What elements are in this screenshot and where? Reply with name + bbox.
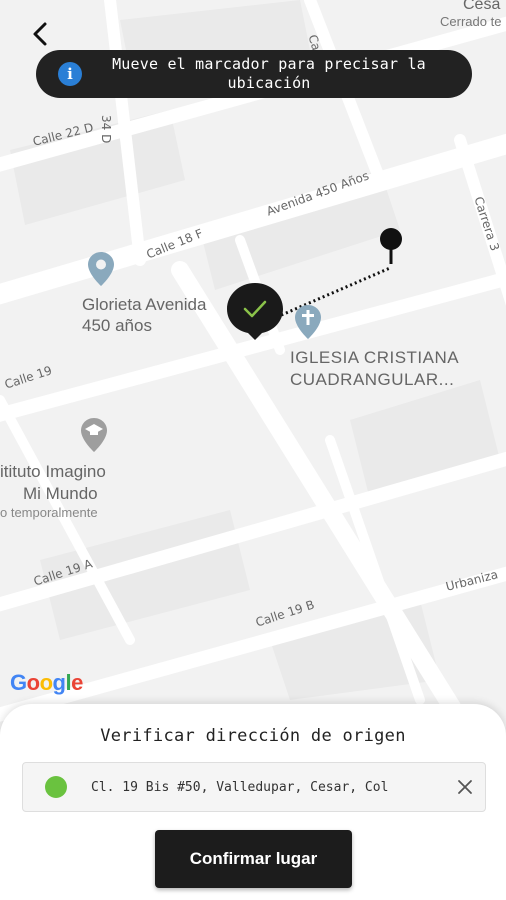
info-icon: i xyxy=(58,62,82,86)
info-banner-message: Mueve el marcador para precisar la ubica… xyxy=(112,55,426,92)
school-icon[interactable] xyxy=(81,418,107,452)
poi-instituto-line2[interactable]: Mi Mundo xyxy=(23,484,98,504)
back-button[interactable] xyxy=(22,16,58,52)
sheet-title: Verificar dirección de origen xyxy=(100,726,406,746)
map-label-cerrado: Cerrado te xyxy=(440,14,502,29)
destination-pin-icon[interactable] xyxy=(378,228,404,266)
church-icon[interactable] xyxy=(295,305,321,339)
poi-iglesia-line1[interactable]: IGLESIA CRISTIANA xyxy=(290,348,459,368)
poi-glorieta-line1[interactable]: Glorieta Avenida xyxy=(82,295,206,315)
map-pin-icon[interactable] xyxy=(88,252,114,286)
confirm-place-button[interactable]: Confirmar lugar xyxy=(155,830,352,888)
address-field[interactable] xyxy=(22,762,486,812)
chevron-left-icon xyxy=(33,22,47,46)
poi-instituto-line1[interactable]: itituto Imagino xyxy=(0,462,106,482)
google-logo: Google xyxy=(10,670,83,695)
origin-dot-icon xyxy=(45,776,67,798)
address-input[interactable] xyxy=(89,778,445,796)
clear-address-button[interactable] xyxy=(445,779,485,795)
close-icon xyxy=(458,780,472,794)
poi-glorieta-line2[interactable]: 450 años xyxy=(82,316,152,336)
origin-marker-check-icon[interactable] xyxy=(226,282,284,340)
bottom-sheet: Verificar dirección de origen Confirmar … xyxy=(0,704,506,900)
map-label-cesar: Cesa xyxy=(463,0,501,13)
poi-instituto-line3[interactable]: o temporalmente xyxy=(0,505,98,520)
street-label-34d: 34 D xyxy=(99,115,113,144)
poi-iglesia-line2[interactable]: CUADRANGULAR... xyxy=(290,370,454,390)
info-banner: i Mueve el marcador para precisar la ubi… xyxy=(36,50,472,98)
